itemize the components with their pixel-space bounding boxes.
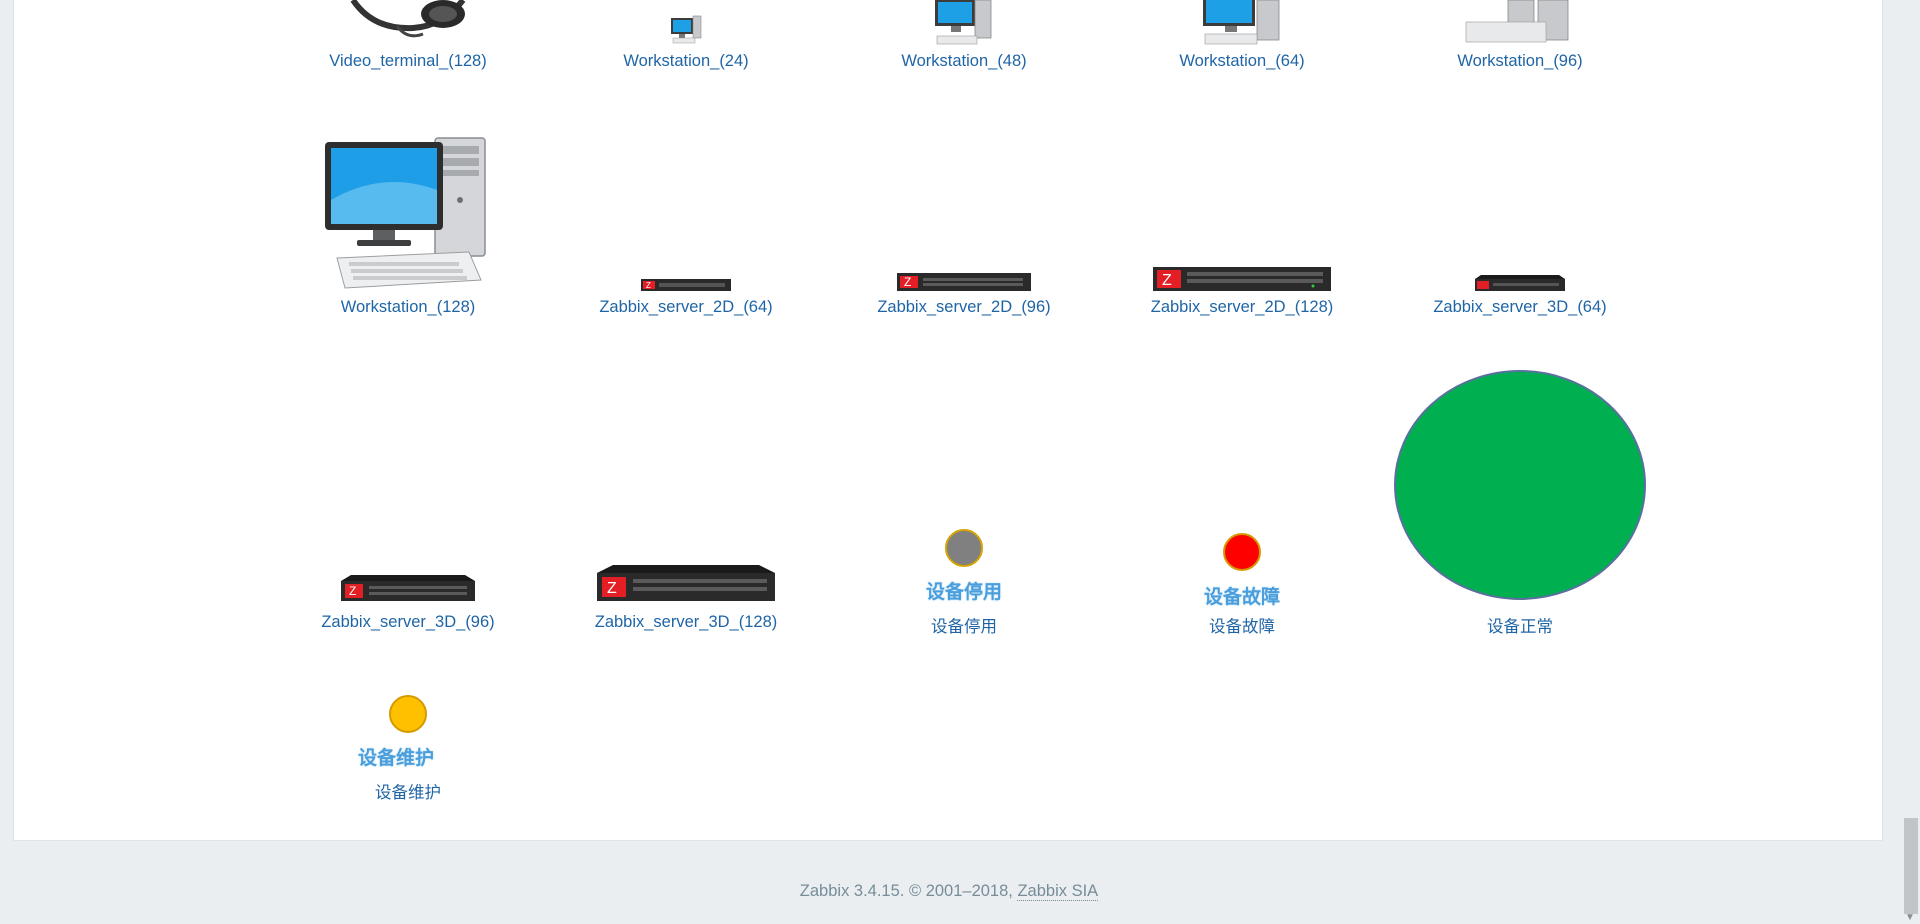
map-element-workstation-128[interactable]: Workstation_(128) xyxy=(269,125,547,325)
scroll-down-arrow-icon[interactable]: ▼ xyxy=(1900,912,1920,924)
map-element-zabbix-server-3d-64[interactable]: Zabbix_server_3D_(64) xyxy=(1381,125,1659,325)
status-dot-icon xyxy=(825,528,1103,568)
map-element-device-disabled[interactable]: 设备停用 设备停用 xyxy=(825,370,1103,640)
footer: Zabbix 3.4.15. © 2001–2018, Zabbix SIA xyxy=(0,882,1898,901)
workstation-icon xyxy=(269,130,547,290)
zabbix-server-2d-icon: Z xyxy=(1103,266,1381,291)
workstation-icon xyxy=(825,0,1103,46)
map-element-zabbix-server-2d-128[interactable]: Z Zabbix_server_2D_(128) xyxy=(1103,125,1381,325)
zabbix-sia-link[interactable]: Zabbix SIA xyxy=(1017,882,1099,901)
scrollbar-thumb[interactable] xyxy=(1904,818,1918,914)
map-element-workstation-48[interactable]: Workstation_(48) xyxy=(825,0,1103,80)
map-element-label[interactable]: Workstation_(128) xyxy=(269,298,547,317)
map-element-video-terminal-128[interactable]: Video_terminal_(128) xyxy=(269,0,547,80)
map-element-device-normal[interactable]: 设备正常 xyxy=(1381,370,1659,640)
vertical-scrollbar[interactable]: ▼ xyxy=(1900,0,1920,924)
status-dot-icon xyxy=(269,694,547,734)
map-element-label[interactable]: 设备维护 xyxy=(269,779,547,803)
map-element-label[interactable]: Zabbix_server_3D_(96) xyxy=(269,613,547,632)
footer-copyright: Zabbix 3.4.15. © 2001–2018, xyxy=(799,882,1013,900)
svg-text:Z: Z xyxy=(1162,272,1172,289)
map-element-label[interactable]: Workstation_(96) xyxy=(1381,52,1659,71)
map-element-zabbix-server-2d-96[interactable]: Z Zabbix_server_2D_(96) xyxy=(825,125,1103,325)
map-element-label[interactable]: 设备停用 xyxy=(825,613,1103,637)
zabbix-server-3d-icon xyxy=(1381,274,1659,291)
map-element-label[interactable]: Workstation_(64) xyxy=(1103,52,1381,71)
svg-text:Z: Z xyxy=(904,275,911,289)
map-element-label[interactable]: 设备故障 xyxy=(1103,613,1381,637)
map-element-device-maintenance[interactable]: 设备维护 设备维护 xyxy=(269,680,547,810)
map-element-workstation-96[interactable]: Workstation_(96) xyxy=(1381,0,1659,80)
map-element-label[interactable]: Zabbix_server_2D_(128) xyxy=(1103,298,1381,317)
map-element-label[interactable]: Zabbix_server_3D_(64) xyxy=(1381,298,1659,317)
workstation-icon xyxy=(547,14,825,46)
status-dot-icon xyxy=(1381,369,1659,601)
svg-text:Z: Z xyxy=(646,281,651,290)
status-caption: 设备维护 xyxy=(357,748,434,769)
icon-map-panel: Video_terminal_(128) Workstation_(24) Wo xyxy=(13,0,1883,841)
zabbix-server-3d-icon: Z xyxy=(269,574,547,601)
map-element-zabbix-server-2d-64[interactable]: Z Zabbix_server_2D_(64) xyxy=(547,125,825,325)
map-element-device-fault[interactable]: 设备故障 设备故障 xyxy=(1103,370,1381,640)
svg-text:Z: Z xyxy=(349,584,356,598)
map-element-workstation-24[interactable]: Workstation_(24) xyxy=(547,0,825,80)
map-element-label[interactable]: 设备正常 xyxy=(1381,613,1659,637)
map-element-label[interactable]: Zabbix_server_2D_(96) xyxy=(825,298,1103,317)
video-terminal-icon xyxy=(269,0,547,45)
map-element-zabbix-server-3d-96[interactable]: Z Zabbix_server_3D_(96) xyxy=(269,370,547,640)
map-element-label[interactable]: Zabbix_server_2D_(64) xyxy=(547,298,825,317)
map-element-label[interactable]: Workstation_(48) xyxy=(825,52,1103,71)
map-element-label[interactable]: Video_terminal_(128) xyxy=(269,52,547,71)
workstation-icon xyxy=(1103,0,1381,46)
zabbix-server-3d-icon: Z xyxy=(547,565,825,601)
status-caption: 设备停用 xyxy=(925,582,1002,603)
map-element-label[interactable]: Workstation_(24) xyxy=(547,52,825,71)
status-caption: 设备故障 xyxy=(1203,587,1280,608)
status-dot-icon xyxy=(1103,532,1381,572)
zabbix-server-2d-icon: Z xyxy=(547,277,825,291)
zabbix-server-2d-icon: Z xyxy=(825,271,1103,291)
workstation-icon xyxy=(1381,0,1659,46)
svg-text:Z: Z xyxy=(607,580,617,597)
map-element-label[interactable]: Zabbix_server_3D_(128) xyxy=(547,613,825,632)
map-element-zabbix-server-3d-128[interactable]: Z Zabbix_server_3D_(128) xyxy=(547,370,825,640)
map-element-workstation-64[interactable]: Workstation_(64) xyxy=(1103,0,1381,80)
